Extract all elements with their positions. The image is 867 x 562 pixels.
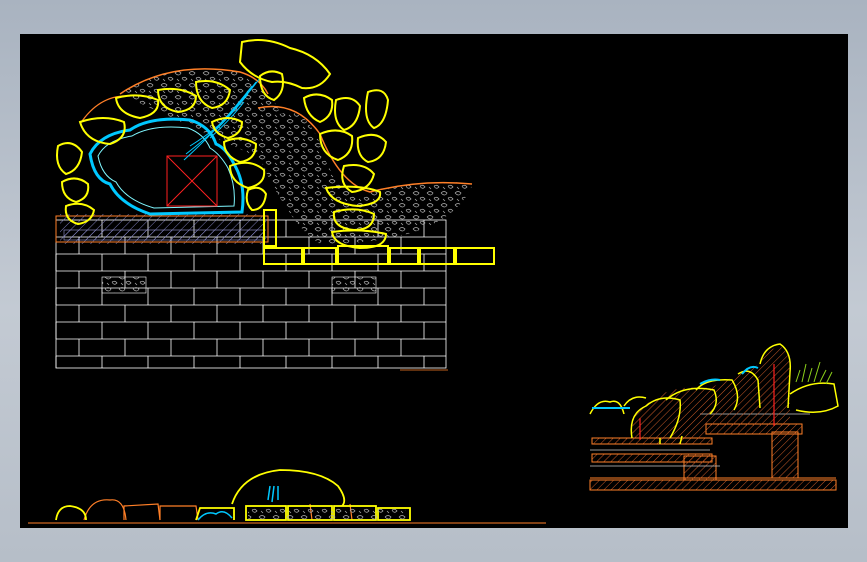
rock-stone [334, 97, 362, 132]
rock-stone [238, 39, 332, 90]
gravel-inset-right [331, 276, 377, 294]
rockery-elevation [55, 39, 495, 371]
rockery-section [589, 343, 839, 491]
cad-drawing-canvas[interactable] [20, 34, 848, 528]
rock-stone [356, 133, 388, 164]
pump-box [166, 155, 218, 207]
rock-stone [245, 186, 268, 212]
rock-stone [365, 89, 390, 130]
cad-viewport[interactable] [20, 34, 848, 528]
rock-stone [60, 177, 90, 204]
gravel-inset-left [101, 276, 147, 294]
rock-stone [56, 142, 84, 176]
plant-tuft [795, 361, 833, 385]
rock-stone [302, 93, 334, 124]
rockery-plan [28, 469, 546, 524]
